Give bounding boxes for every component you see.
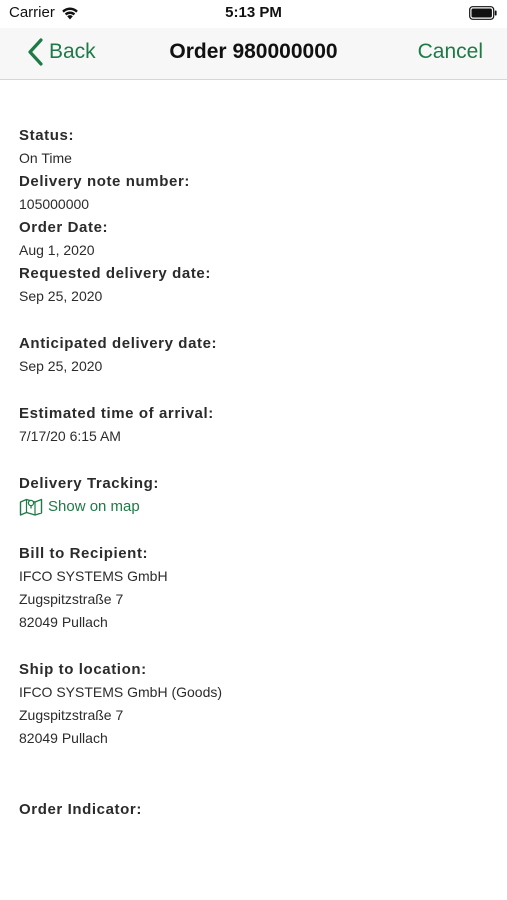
order-date-label: Order Date: bbox=[19, 219, 109, 236]
anticipated-delivery-value: Sep 25, 2020 bbox=[19, 358, 103, 374]
anticipated-delivery-label: Anticipated delivery date: bbox=[19, 335, 218, 352]
bill-to-line: IFCO SYSTEMS GmbH bbox=[19, 568, 168, 584]
status-label: Status: bbox=[19, 127, 75, 144]
status-value: On Time bbox=[19, 150, 72, 166]
status-time: 5:13 PM bbox=[225, 4, 282, 21]
bill-to-line: 82049 Pullach bbox=[19, 614, 108, 630]
cancel-button[interactable]: Cancel bbox=[418, 40, 483, 64]
order-details: Status: On Time Delivery note number: 10… bbox=[19, 124, 489, 821]
map-icon bbox=[19, 498, 43, 516]
requested-delivery-label: Requested delivery date: bbox=[19, 265, 211, 282]
show-on-map-label: Show on map bbox=[48, 498, 140, 515]
order-indicator-label: Order Indicator: bbox=[19, 801, 142, 818]
ship-to-line: IFCO SYSTEMS GmbH (Goods) bbox=[19, 684, 223, 700]
bill-to-line: Zugspitzstraße 7 bbox=[19, 591, 124, 607]
bill-to-label: Bill to Recipient: bbox=[19, 545, 149, 562]
delivery-note-value: 105000000 bbox=[19, 196, 90, 212]
ship-to-label: Ship to location: bbox=[19, 661, 147, 678]
order-date-value: Aug 1, 2020 bbox=[19, 242, 95, 258]
delivery-tracking-label: Delivery Tracking: bbox=[19, 475, 160, 492]
eta-value: 7/17/20 6:15 AM bbox=[19, 428, 121, 444]
ship-to-line: 82049 Pullach bbox=[19, 730, 108, 746]
show-on-map-link[interactable]: Show on map bbox=[19, 495, 489, 518]
ship-to-line: Zugspitzstraße 7 bbox=[19, 707, 124, 723]
delivery-note-label: Delivery note number: bbox=[19, 173, 190, 190]
requested-delivery-value: Sep 25, 2020 bbox=[19, 288, 103, 304]
battery-icon bbox=[469, 6, 497, 20]
navigation-bar: Back Order 980000000 Cancel bbox=[0, 28, 507, 80]
eta-label: Estimated time of arrival: bbox=[19, 405, 214, 422]
status-bar: Carrier 5:13 PM bbox=[0, 0, 507, 28]
